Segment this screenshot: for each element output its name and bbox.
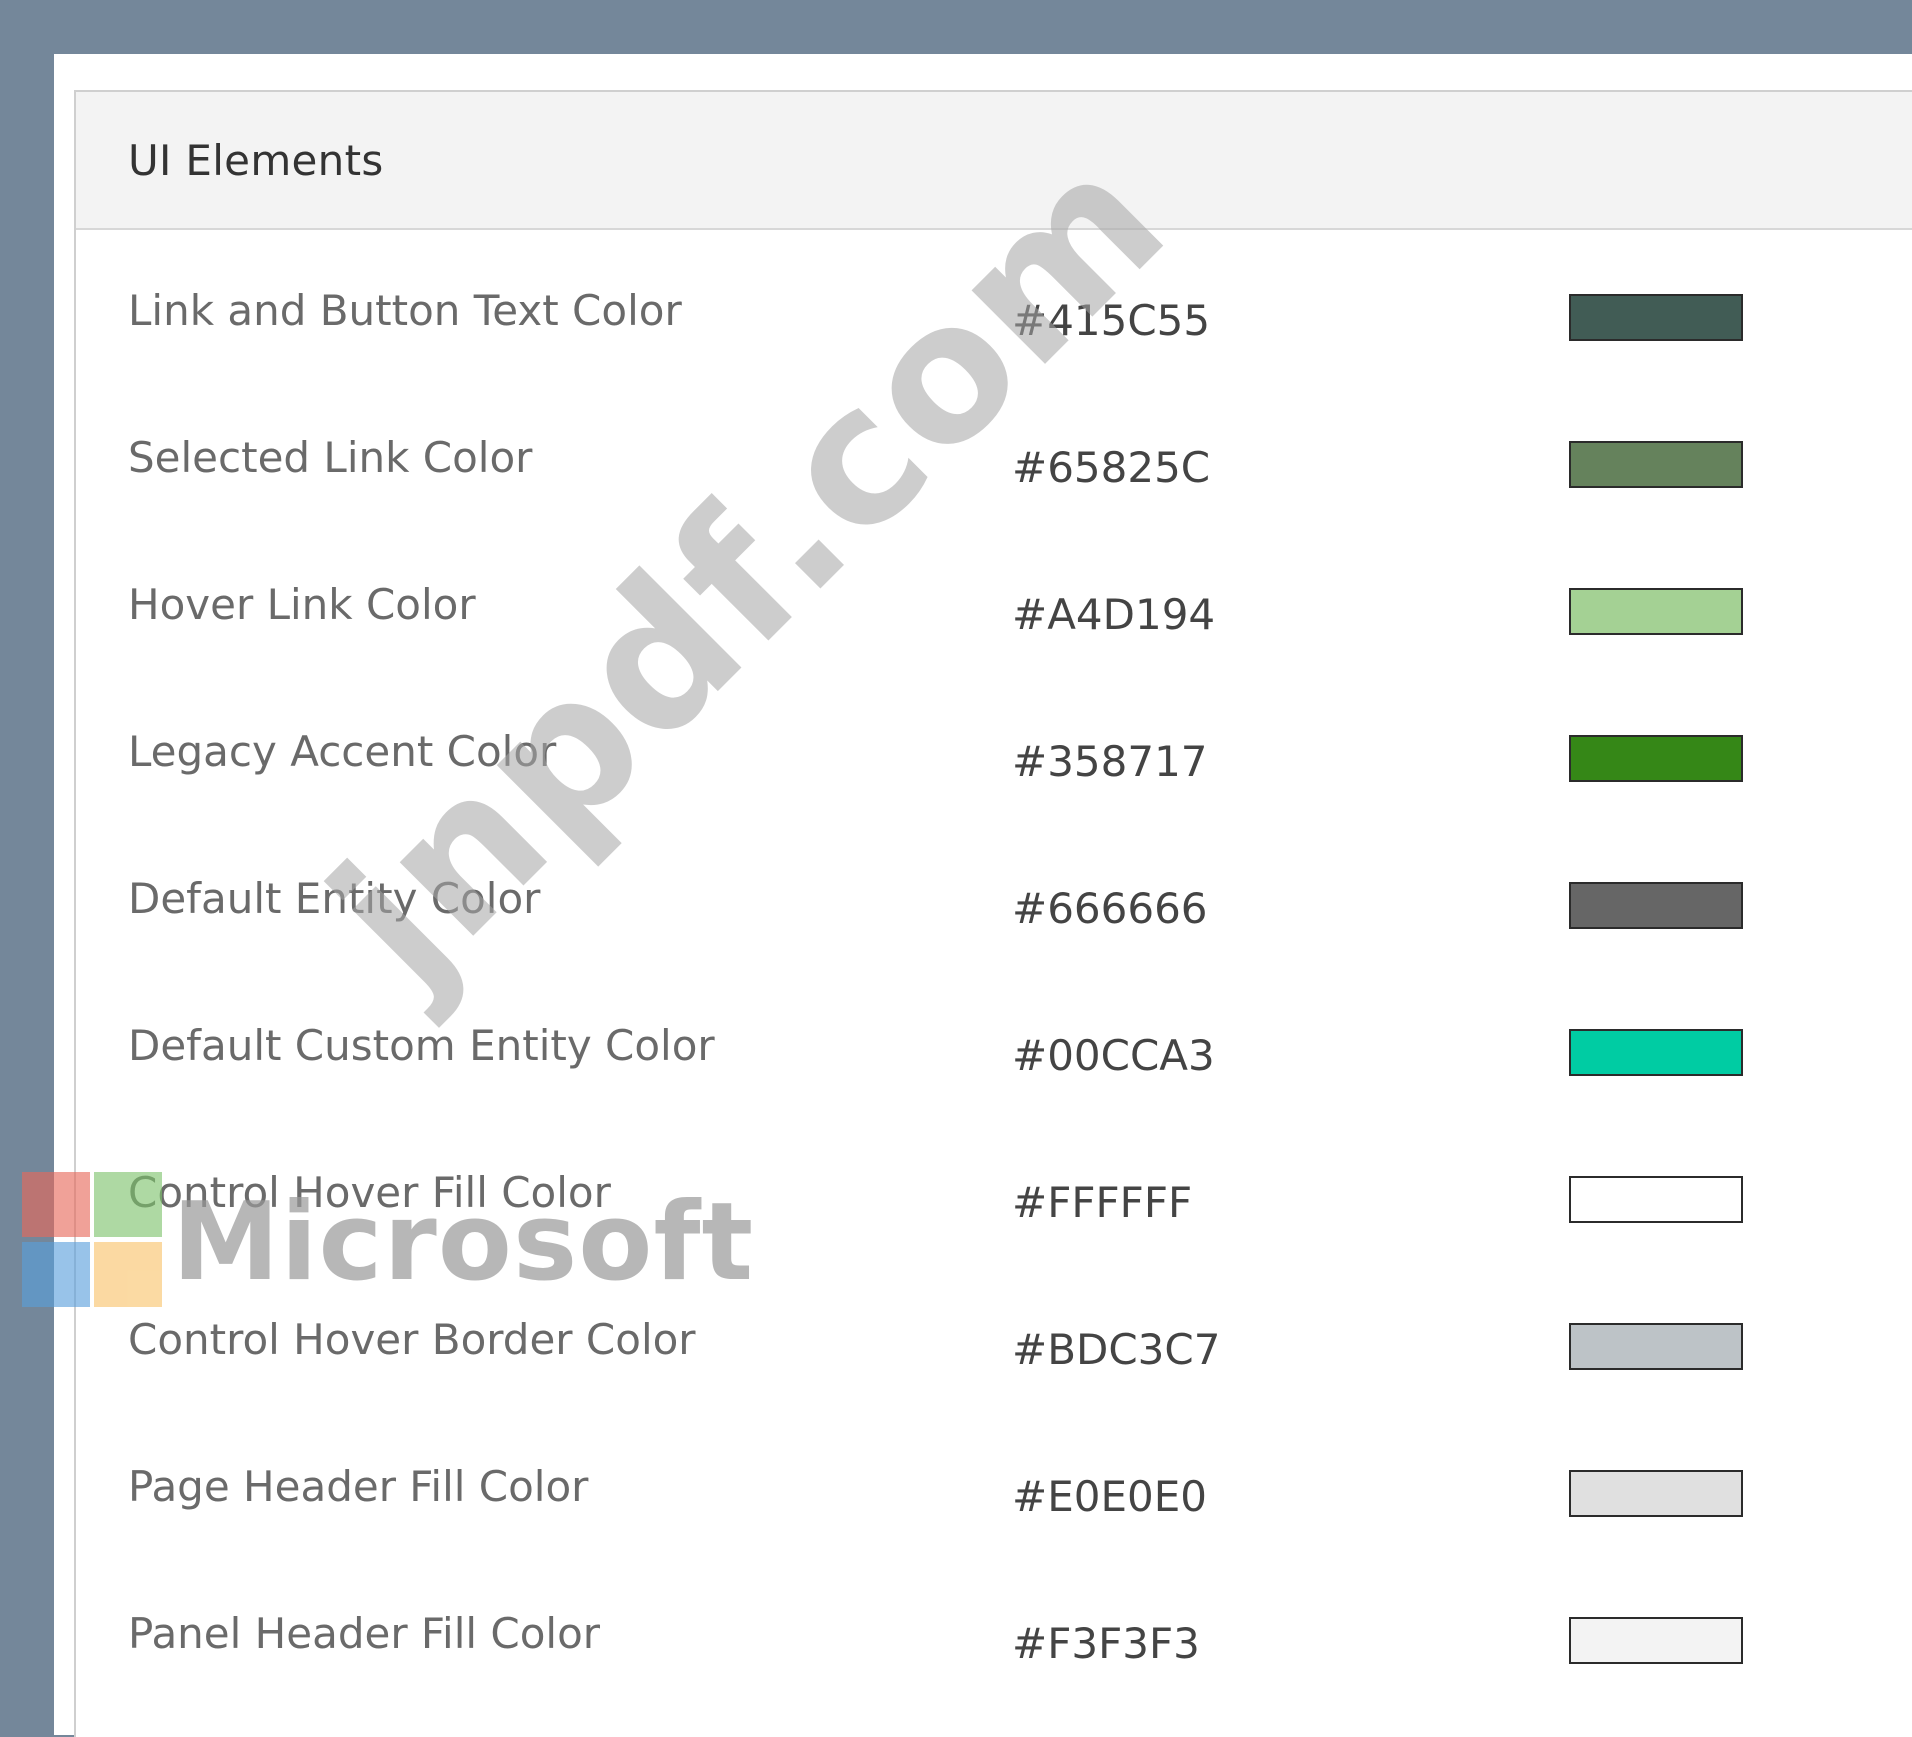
color-swatch[interactable]	[1569, 441, 1743, 488]
color-swatch[interactable]	[1569, 1470, 1743, 1517]
color-hex-value[interactable]: #666666	[1012, 884, 1208, 933]
color-row-default-custom-entity: Default Custom Entity Color #00CCA3	[76, 975, 1912, 1122]
color-row-hover-link: Hover Link Color #A4D194	[76, 534, 1912, 681]
color-hex-value[interactable]: #F3F3F3	[1012, 1619, 1200, 1668]
color-swatch[interactable]	[1569, 1617, 1743, 1664]
microsoft-logo-icon	[22, 1172, 162, 1308]
color-row-legacy-accent: Legacy Accent Color #358717	[76, 681, 1912, 828]
logo-square-blue	[22, 1242, 90, 1307]
color-swatch[interactable]	[1569, 882, 1743, 929]
color-label: Default Custom Entity Color	[128, 1021, 715, 1070]
color-hex-value[interactable]: #00CCA3	[1012, 1031, 1215, 1080]
color-hex-value[interactable]: #358717	[1012, 737, 1208, 786]
logo-square-red	[22, 1172, 90, 1237]
color-hex-value[interactable]: #E0E0E0	[1012, 1472, 1207, 1521]
color-label: Selected Link Color	[128, 433, 533, 482]
color-label: Panel Header Fill Color	[128, 1609, 601, 1658]
color-label: Hover Link Color	[128, 580, 476, 629]
panel-title: UI Elements	[128, 136, 384, 185]
color-label: Page Header Fill Color	[128, 1462, 589, 1511]
color-swatch[interactable]	[1569, 735, 1743, 782]
color-hex-value[interactable]: #FFFFFF	[1012, 1178, 1192, 1227]
color-swatch[interactable]	[1569, 1029, 1743, 1076]
color-hex-value[interactable]: #A4D194	[1012, 590, 1215, 639]
color-swatch[interactable]	[1569, 1176, 1743, 1223]
color-row-panel-header-fill: Panel Header Fill Color #F3F3F3	[76, 1563, 1912, 1710]
color-hex-value[interactable]: #65825C	[1012, 443, 1210, 492]
color-swatch[interactable]	[1569, 294, 1743, 341]
color-swatch[interactable]	[1569, 588, 1743, 635]
color-label: Control Hover Border Color	[128, 1315, 696, 1364]
color-hex-value[interactable]: #BDC3C7	[1012, 1325, 1220, 1374]
color-swatch[interactable]	[1569, 1323, 1743, 1370]
logo-square-yellow	[94, 1242, 162, 1307]
color-label: Link and Button Text Color	[128, 286, 682, 335]
logo-square-green	[94, 1172, 162, 1237]
color-row-page-header-fill: Page Header Fill Color #E0E0E0	[76, 1416, 1912, 1563]
microsoft-watermark: Microsoft	[172, 1180, 755, 1305]
